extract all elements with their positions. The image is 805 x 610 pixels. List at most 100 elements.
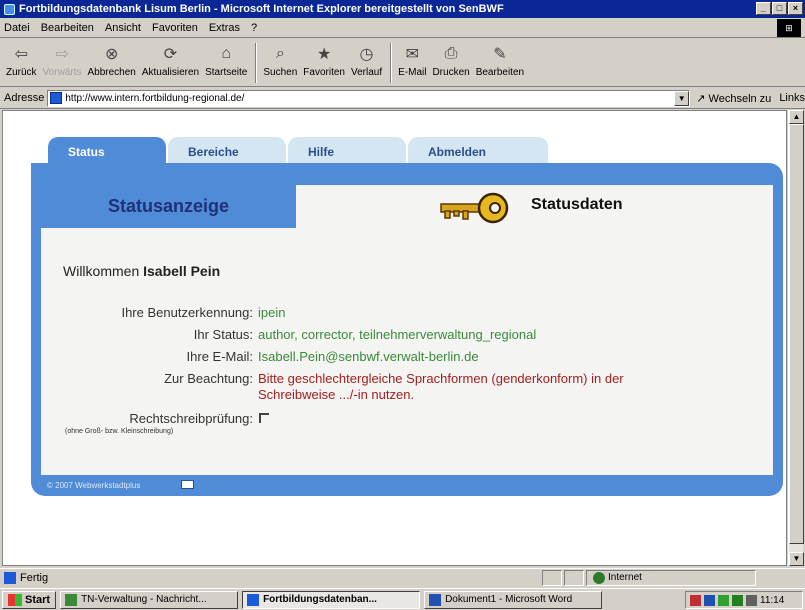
vertical-scrollbar[interactable]: ▲ ▼ [788,110,804,566]
scroll-thumb[interactable] [789,124,804,544]
home-button[interactable]: ⌂ Startseite [205,39,247,85]
links-button[interactable]: Links [779,92,805,104]
tab-bereiche[interactable]: Bereiche [168,137,286,165]
tray-icon[interactable] [746,594,757,606]
zone-label: Internet [608,572,642,583]
field-label-userid: Ihre Benutzerkennung: [121,305,253,320]
close-button[interactable]: × [788,2,803,15]
tab-status[interactable]: Status [48,137,166,165]
scroll-up-button[interactable]: ▲ [789,110,804,124]
tab-abmelden[interactable]: Abmelden [408,137,548,165]
status-label: Fertig [20,571,49,584]
back-arrow-icon: ⇦ [14,46,28,63]
security-zone: Internet [586,569,756,586]
field-label-email: Ihre E-Mail: [186,349,253,364]
tab-hilfe[interactable]: Hilfe [288,137,406,165]
menu-ansicht[interactable]: Ansicht [105,22,141,34]
system-tray: 11:14 [685,591,803,609]
menu-favoriten[interactable]: Favoriten [152,22,198,34]
word-icon [429,593,442,606]
status-cell [564,569,584,586]
page-done-icon [4,571,16,584]
field-label-notice: Zur Beachtung: [164,371,253,386]
field-value-userid: ipein [258,305,286,320]
status-heading: Statusanzeige [41,185,296,228]
field-value-status: author, corrector, teilnehmerverwaltung_… [258,327,537,342]
maximize-button[interactable]: □ [772,2,787,15]
toolbar-separator [255,43,258,83]
menu-bar: Datei Bearbeiten Ansicht Favoriten Extra… [0,18,805,38]
task-label: TN-Verwaltung - Nachricht... [81,594,207,605]
tab-abmelden-label: Abmelden [428,145,487,159]
minimize-button[interactable]: _ [756,2,771,15]
tab-hilfe-label: Hilfe [308,145,335,159]
menu-bearbeiten[interactable]: Bearbeiten [41,22,94,34]
stop-button[interactable]: ⊗ Abbrechen [87,39,135,85]
refresh-icon: ⟳ [163,46,178,63]
tray-icon[interactable] [704,594,715,606]
status-bar: Fertig Internet [0,568,805,586]
tray-icon[interactable] [732,594,743,606]
taskbar-item-tn-verwaltung[interactable]: TN-Verwaltung - Nachricht... [60,590,239,609]
forward-button[interactable]: ⇨ Vorwärts [43,39,82,85]
status-text: Fertig [0,571,540,584]
favorites-icon: ★ [316,46,332,63]
search-button[interactable]: ⌕ Suchen [263,39,297,85]
content-panel: Statusanzeige Statusdaten Willkommen Isa… [31,163,783,496]
go-button[interactable]: ↗ Wechseln zu [696,92,771,105]
spellcheck-checkbox[interactable] [259,413,269,423]
scroll-down-button[interactable]: ▼ [789,552,804,566]
menu-datei[interactable]: Datei [4,22,30,34]
mail-button[interactable]: ✉ E-Mail [398,39,426,85]
tray-icon[interactable] [690,594,701,606]
toolbar: ⇦ Zurück ⇨ Vorwärts ⊗ Abbrechen ⟳ Aktualisie… [0,39,805,87]
task-label: Fortbildungsdatenban... [263,594,377,605]
tab-status-label: Status [68,145,105,159]
ie-icon [247,593,260,606]
task-label: Dokument1 - Microsoft Word [445,594,573,605]
status-cell [542,569,562,586]
ie-icon [4,3,15,15]
start-button[interactable]: Start [2,590,57,609]
tab-bereiche-label: Bereiche [188,145,239,159]
browser-window: Fortbildungsdatenbank Lisum Berlin - Mic… [0,0,805,610]
address-bar: Adresse http://www.intern.fortbildung-re… [0,88,805,109]
footer-bar: © 2007 Webwerkstadtplus [31,475,783,496]
print-button[interactable]: ⎙ Drucken [432,39,469,85]
spellcheck-label: Rechtschreibprüfung: [129,411,253,426]
menu-extras[interactable]: Extras [209,22,240,34]
tray-icon[interactable] [718,594,729,606]
taskbar-item-fortbildung[interactable]: Fortbildungsdatenban... [242,590,421,609]
window-title: Fortbildungsdatenbank Lisum Berlin - Mic… [19,3,504,15]
statusdaten-heading: Statusdaten [531,196,623,213]
toolbar-separator [390,43,393,83]
start-label: Start [25,593,51,606]
home-icon: ⌂ [221,45,232,62]
clock[interactable]: 11:14 [760,595,784,606]
edit-button[interactable]: ✎ Bearbeiten [476,39,524,85]
address-dropdown-button[interactable]: ▼ [674,90,690,106]
edit-icon: ✎ [493,46,507,63]
search-icon: ⌕ [275,45,285,62]
menu-help[interactable]: ? [251,22,257,34]
page-icon [50,92,63,104]
windows-flag-icon [8,593,22,606]
history-button[interactable]: ◷ Verlauf [351,39,382,85]
refresh-button[interactable]: ⟳ Aktualisieren [142,39,199,85]
history-icon: ◷ [359,46,374,63]
internet-zone-icon [593,571,605,584]
mail-app-icon [65,593,78,606]
taskbar-item-word[interactable]: Dokument1 - Microsoft Word [424,590,603,609]
mail-icon: ✉ [405,46,419,63]
field-label-status: Ihr Status: [193,327,253,342]
address-input[interactable]: http://www.intern.fortbildung-regional.d… [47,89,691,107]
favorites-button[interactable]: ★ Favoriten [303,39,345,85]
print-icon: ⎙ [444,45,458,62]
page-viewport: Status Bereiche Hilfe Abmelden Statusanz… [2,110,787,566]
welcome-text: Willkommen Isabell Pein [63,263,220,279]
content-inner: Statusanzeige Statusdaten Willkommen Isa… [41,185,773,475]
spellcheck-sublabel: (ohne Groß- bzw. Kleinschreibung) [65,428,174,435]
mail-icon[interactable] [181,480,194,489]
taskbar: Start TN-Verwaltung - Nachricht... Fortb… [0,588,805,610]
back-button[interactable]: ⇦ Zurück [6,39,37,85]
